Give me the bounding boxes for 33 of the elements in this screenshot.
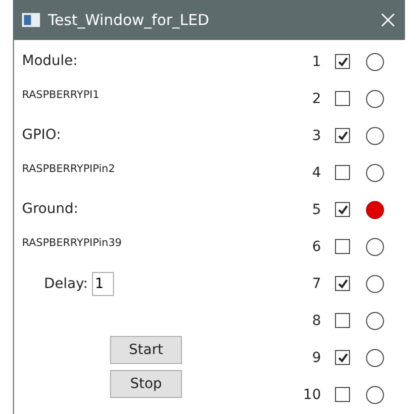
checkbox[interactable] bbox=[335, 165, 350, 180]
window-title: Test_Window_for_LED bbox=[48, 11, 210, 29]
window-icon bbox=[22, 13, 40, 27]
delay-input[interactable]: 1 bbox=[92, 272, 114, 296]
field-value: RASPBERRYPI1 bbox=[22, 88, 100, 103]
led-number: 2 bbox=[311, 90, 321, 106]
delay-label: Delay: bbox=[44, 276, 88, 292]
checkbox[interactable] bbox=[335, 239, 350, 254]
field-value: RASPBERRYPIPin39 bbox=[22, 236, 123, 251]
field-label: GPIO: bbox=[22, 126, 62, 145]
led-number: 6 bbox=[311, 238, 321, 254]
led-number: 5 bbox=[311, 202, 321, 218]
stop-button[interactable]: Stop bbox=[110, 370, 182, 398]
checkbox[interactable] bbox=[335, 350, 350, 365]
checkbox[interactable] bbox=[335, 276, 350, 291]
led-number: 3 bbox=[311, 128, 321, 144]
close-icon[interactable] bbox=[381, 13, 395, 27]
start-button[interactable]: Start bbox=[110, 336, 182, 364]
field-value: RASPBERRYPIPin2 bbox=[22, 162, 116, 177]
led-number: 10 bbox=[302, 386, 321, 402]
led-number: 4 bbox=[311, 164, 321, 180]
led-number: 7 bbox=[311, 276, 321, 292]
field-label: Module: bbox=[22, 52, 79, 71]
checkbox[interactable] bbox=[335, 387, 350, 402]
checkbox[interactable] bbox=[335, 128, 350, 143]
checkbox[interactable] bbox=[335, 54, 350, 69]
field-label: Ground: bbox=[22, 200, 80, 219]
checkbox[interactable] bbox=[335, 313, 350, 328]
led-number: 9 bbox=[311, 350, 321, 366]
led-number: 8 bbox=[311, 312, 321, 328]
checkbox[interactable] bbox=[335, 202, 350, 217]
led-number: 1 bbox=[311, 54, 321, 70]
checkbox[interactable] bbox=[335, 91, 350, 106]
